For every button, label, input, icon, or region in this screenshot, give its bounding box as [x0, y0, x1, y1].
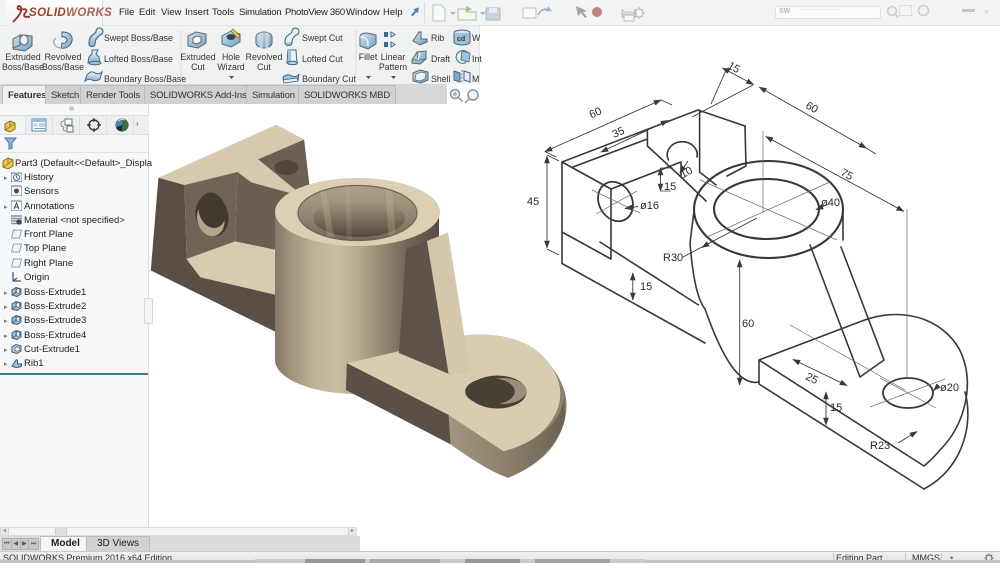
- svg-text:ø16: ø16: [640, 200, 659, 212]
- svg-text:60: 60: [742, 318, 754, 330]
- svg-text:ø20: ø20: [940, 382, 959, 394]
- svg-text:15: 15: [830, 402, 842, 414]
- svg-text:15: 15: [664, 181, 676, 193]
- svg-text:15: 15: [725, 60, 742, 76]
- svg-text:45: 45: [527, 196, 539, 208]
- svg-text:25: 25: [804, 371, 820, 387]
- svg-text:R23: R23: [870, 440, 890, 452]
- svg-text:ø40: ø40: [821, 197, 840, 209]
- svg-text:15: 15: [640, 281, 652, 293]
- svg-text:75: 75: [838, 167, 855, 183]
- svg-text:60: 60: [588, 105, 604, 121]
- svg-text:R30: R30: [663, 252, 683, 264]
